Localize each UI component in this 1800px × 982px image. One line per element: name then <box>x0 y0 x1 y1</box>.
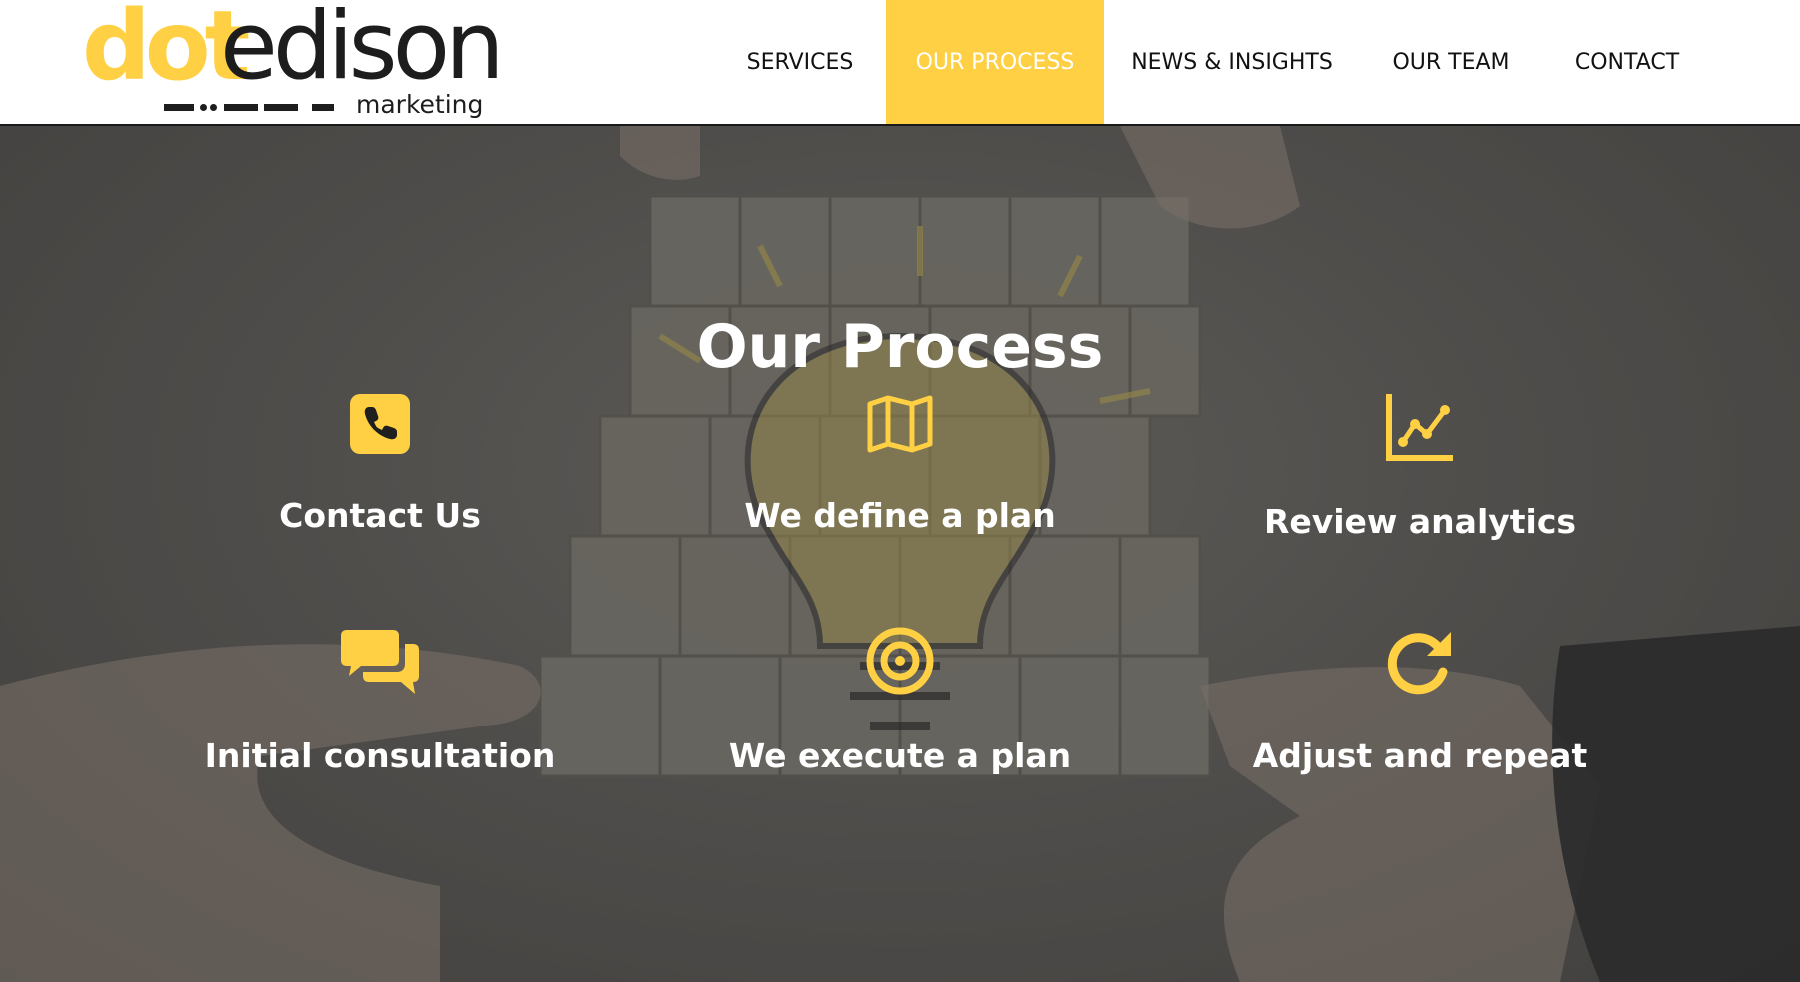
section-title: Our Process <box>696 312 1104 383</box>
comments-icon <box>341 630 419 694</box>
nav-news-insights[interactable]: NEWS & INSIGHTS <box>1122 0 1342 124</box>
nav-our-process[interactable]: OUR PROCESS <box>886 0 1104 124</box>
step-label: Initial consultation <box>204 736 556 775</box>
step-review-analytics: Review analytics <box>1160 392 1680 541</box>
phone-icon <box>350 394 410 454</box>
step-contact-us: Contact Us <box>120 392 640 535</box>
redo-icon <box>1387 632 1451 695</box>
our-process-section: Our Process Contact Us We define a plan … <box>0 126 1800 982</box>
nav-contact[interactable]: CONTACT <box>1562 0 1692 124</box>
step-adjust-repeat: Adjust and repeat <box>1160 626 1680 775</box>
dotedison-logo[interactable]: dot edison marketing <box>82 0 512 124</box>
step-label: We define a plan <box>744 496 1056 535</box>
target-icon <box>866 627 934 695</box>
step-label: Review analytics <box>1263 502 1577 541</box>
dark-overlay <box>0 126 1800 982</box>
map-icon <box>867 395 933 453</box>
step-label: Contact Us <box>279 496 481 535</box>
nav-our-team[interactable]: OUR TEAM <box>1378 0 1524 124</box>
step-label: Adjust and repeat <box>1252 736 1588 775</box>
step-label: We execute a plan <box>728 736 1072 775</box>
site-header: dot edison marketing SERVICES OUR PROCES… <box>0 0 1800 126</box>
logo-edison-text: edison <box>220 0 505 101</box>
nav-services[interactable]: SERVICES <box>728 0 872 124</box>
logo-marketing-text: marketing <box>356 90 484 119</box>
step-initial-consultation: Initial consultation <box>120 626 640 775</box>
step-define-plan: We define a plan <box>640 392 1160 535</box>
line-chart-icon <box>1386 394 1453 461</box>
step-execute-plan: We execute a plan <box>640 626 1160 775</box>
